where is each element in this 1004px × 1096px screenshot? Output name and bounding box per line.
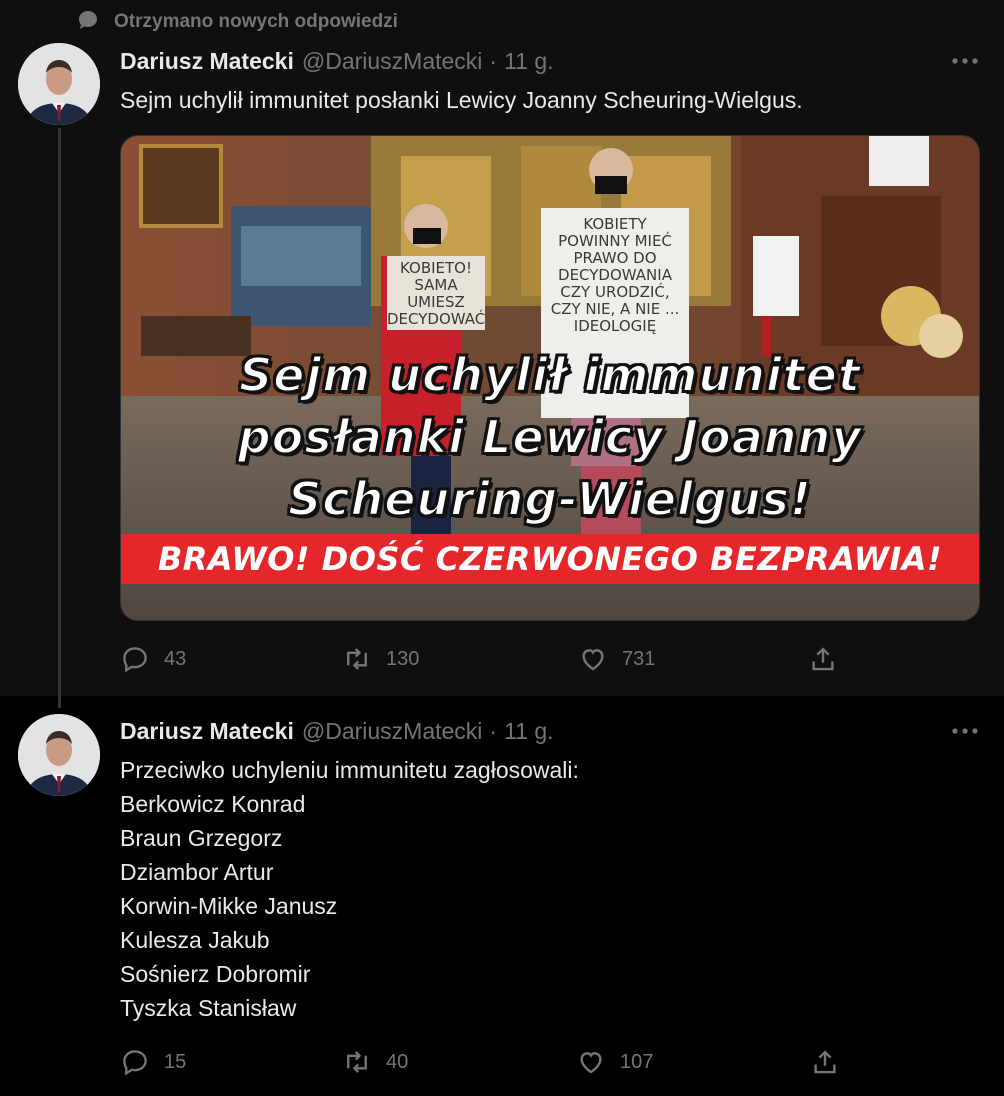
more-options-icon[interactable] (948, 721, 982, 741)
separator-dot: · (489, 48, 498, 74)
tweet-media-image[interactable]: KOBIETO! SAMA UMIESZ DECYDOWAĆ KOBIETY P… (120, 135, 980, 621)
retweet-icon (347, 1051, 367, 1073)
like-count: 107 (620, 1050, 654, 1073)
media-headline-line-2: posłanki Lewicy Joanny (237, 409, 863, 465)
tweet-text: Sejm uchylił immunitet posłanki Lewicy J… (120, 83, 803, 117)
retweet-count: 130 (386, 647, 420, 670)
tweet-text-line: Tyszka Stanisław (120, 995, 297, 1021)
reply-button[interactable]: 43 (120, 644, 342, 674)
author-name[interactable]: Dariusz Matecki (120, 718, 294, 745)
reply-button[interactable]: 15 (120, 1047, 342, 1077)
reply-icon (123, 1050, 147, 1076)
media-headline-line-1: Sejm uchylił immunitet (238, 347, 861, 403)
retweet-button[interactable]: 130 (342, 644, 578, 674)
more-options-icon[interactable] (948, 51, 982, 71)
tweet-time[interactable]: 11 g. (504, 48, 553, 75)
share-button[interactable] (810, 1047, 840, 1077)
tweet-text-line: Braun Grzegorz (120, 825, 283, 851)
tweet-text-line: Dziambor Artur (120, 859, 274, 885)
retweet-count: 40 (386, 1050, 409, 1073)
tweet-header: Dariusz Matecki @DariuszMatecki · 11 g. (120, 48, 554, 75)
tweet-text-line: Sośnierz Dobromir (120, 961, 311, 987)
like-count: 731 (622, 647, 656, 670)
tweet-text-line: Berkowicz Konrad (120, 791, 306, 817)
reply-count: 15 (164, 1050, 187, 1073)
thread-connector-line (58, 128, 61, 708)
media-headline-line-3: Scheuring-Wielgus! (287, 471, 812, 527)
reply-count: 43 (164, 647, 187, 670)
like-button[interactable]: 731 (578, 644, 808, 674)
retweet-icon (347, 648, 367, 670)
tweet-text-line: Przeciwko uchyleniu immunitetu zagłosowa… (120, 757, 579, 783)
tweet-actions: 15 40 107 (120, 1042, 840, 1082)
heart-icon (580, 1052, 602, 1074)
tweet-actions: 43 130 731 (120, 639, 838, 679)
share-button[interactable] (808, 644, 838, 674)
author-name[interactable]: Dariusz Matecki (120, 48, 294, 75)
tweet-header: Dariusz Matecki @DariuszMatecki · 11 g. (120, 718, 554, 745)
author-avatar[interactable] (18, 43, 100, 125)
author-avatar[interactable] (18, 714, 100, 796)
new-replies-notice[interactable]: Otrzymano nowych odpowiedzi (76, 10, 398, 34)
share-icon (812, 647, 834, 671)
media-banner: BRAWO! DOŚĆ CZERWONEGO BEZPRAWIA! (121, 534, 979, 584)
media-banner-text: BRAWO! DOŚĆ CZERWONEGO BEZPRAWIA! (157, 540, 943, 578)
tweet-text-line: Korwin-Mikke Janusz (120, 893, 338, 919)
reply-icon (123, 647, 147, 673)
protest-sign-left: KOBIETO! SAMA UMIESZ DECYDOWAĆ (387, 256, 485, 330)
tweet-text-line: Sejm uchylił immunitet posłanki Lewicy J… (120, 87, 803, 113)
separator-dot: · (489, 718, 498, 744)
heart-icon (582, 649, 604, 671)
speech-bubble-icon (76, 8, 100, 37)
author-handle[interactable]: @DariuszMatecki (302, 718, 483, 745)
tweet-text: Przeciwko uchyleniu immunitetu zagłosowa… (120, 753, 579, 1025)
tweet-text-line: Kulesza Jakub (120, 927, 270, 953)
like-button[interactable]: 107 (576, 1047, 810, 1077)
retweet-button[interactable]: 40 (342, 1047, 576, 1077)
share-icon (814, 1050, 836, 1074)
new-replies-label: Otrzymano nowych odpowiedzi (114, 11, 398, 32)
author-handle[interactable]: @DariuszMatecki (302, 48, 483, 75)
tweet-time[interactable]: 11 g. (504, 718, 553, 745)
